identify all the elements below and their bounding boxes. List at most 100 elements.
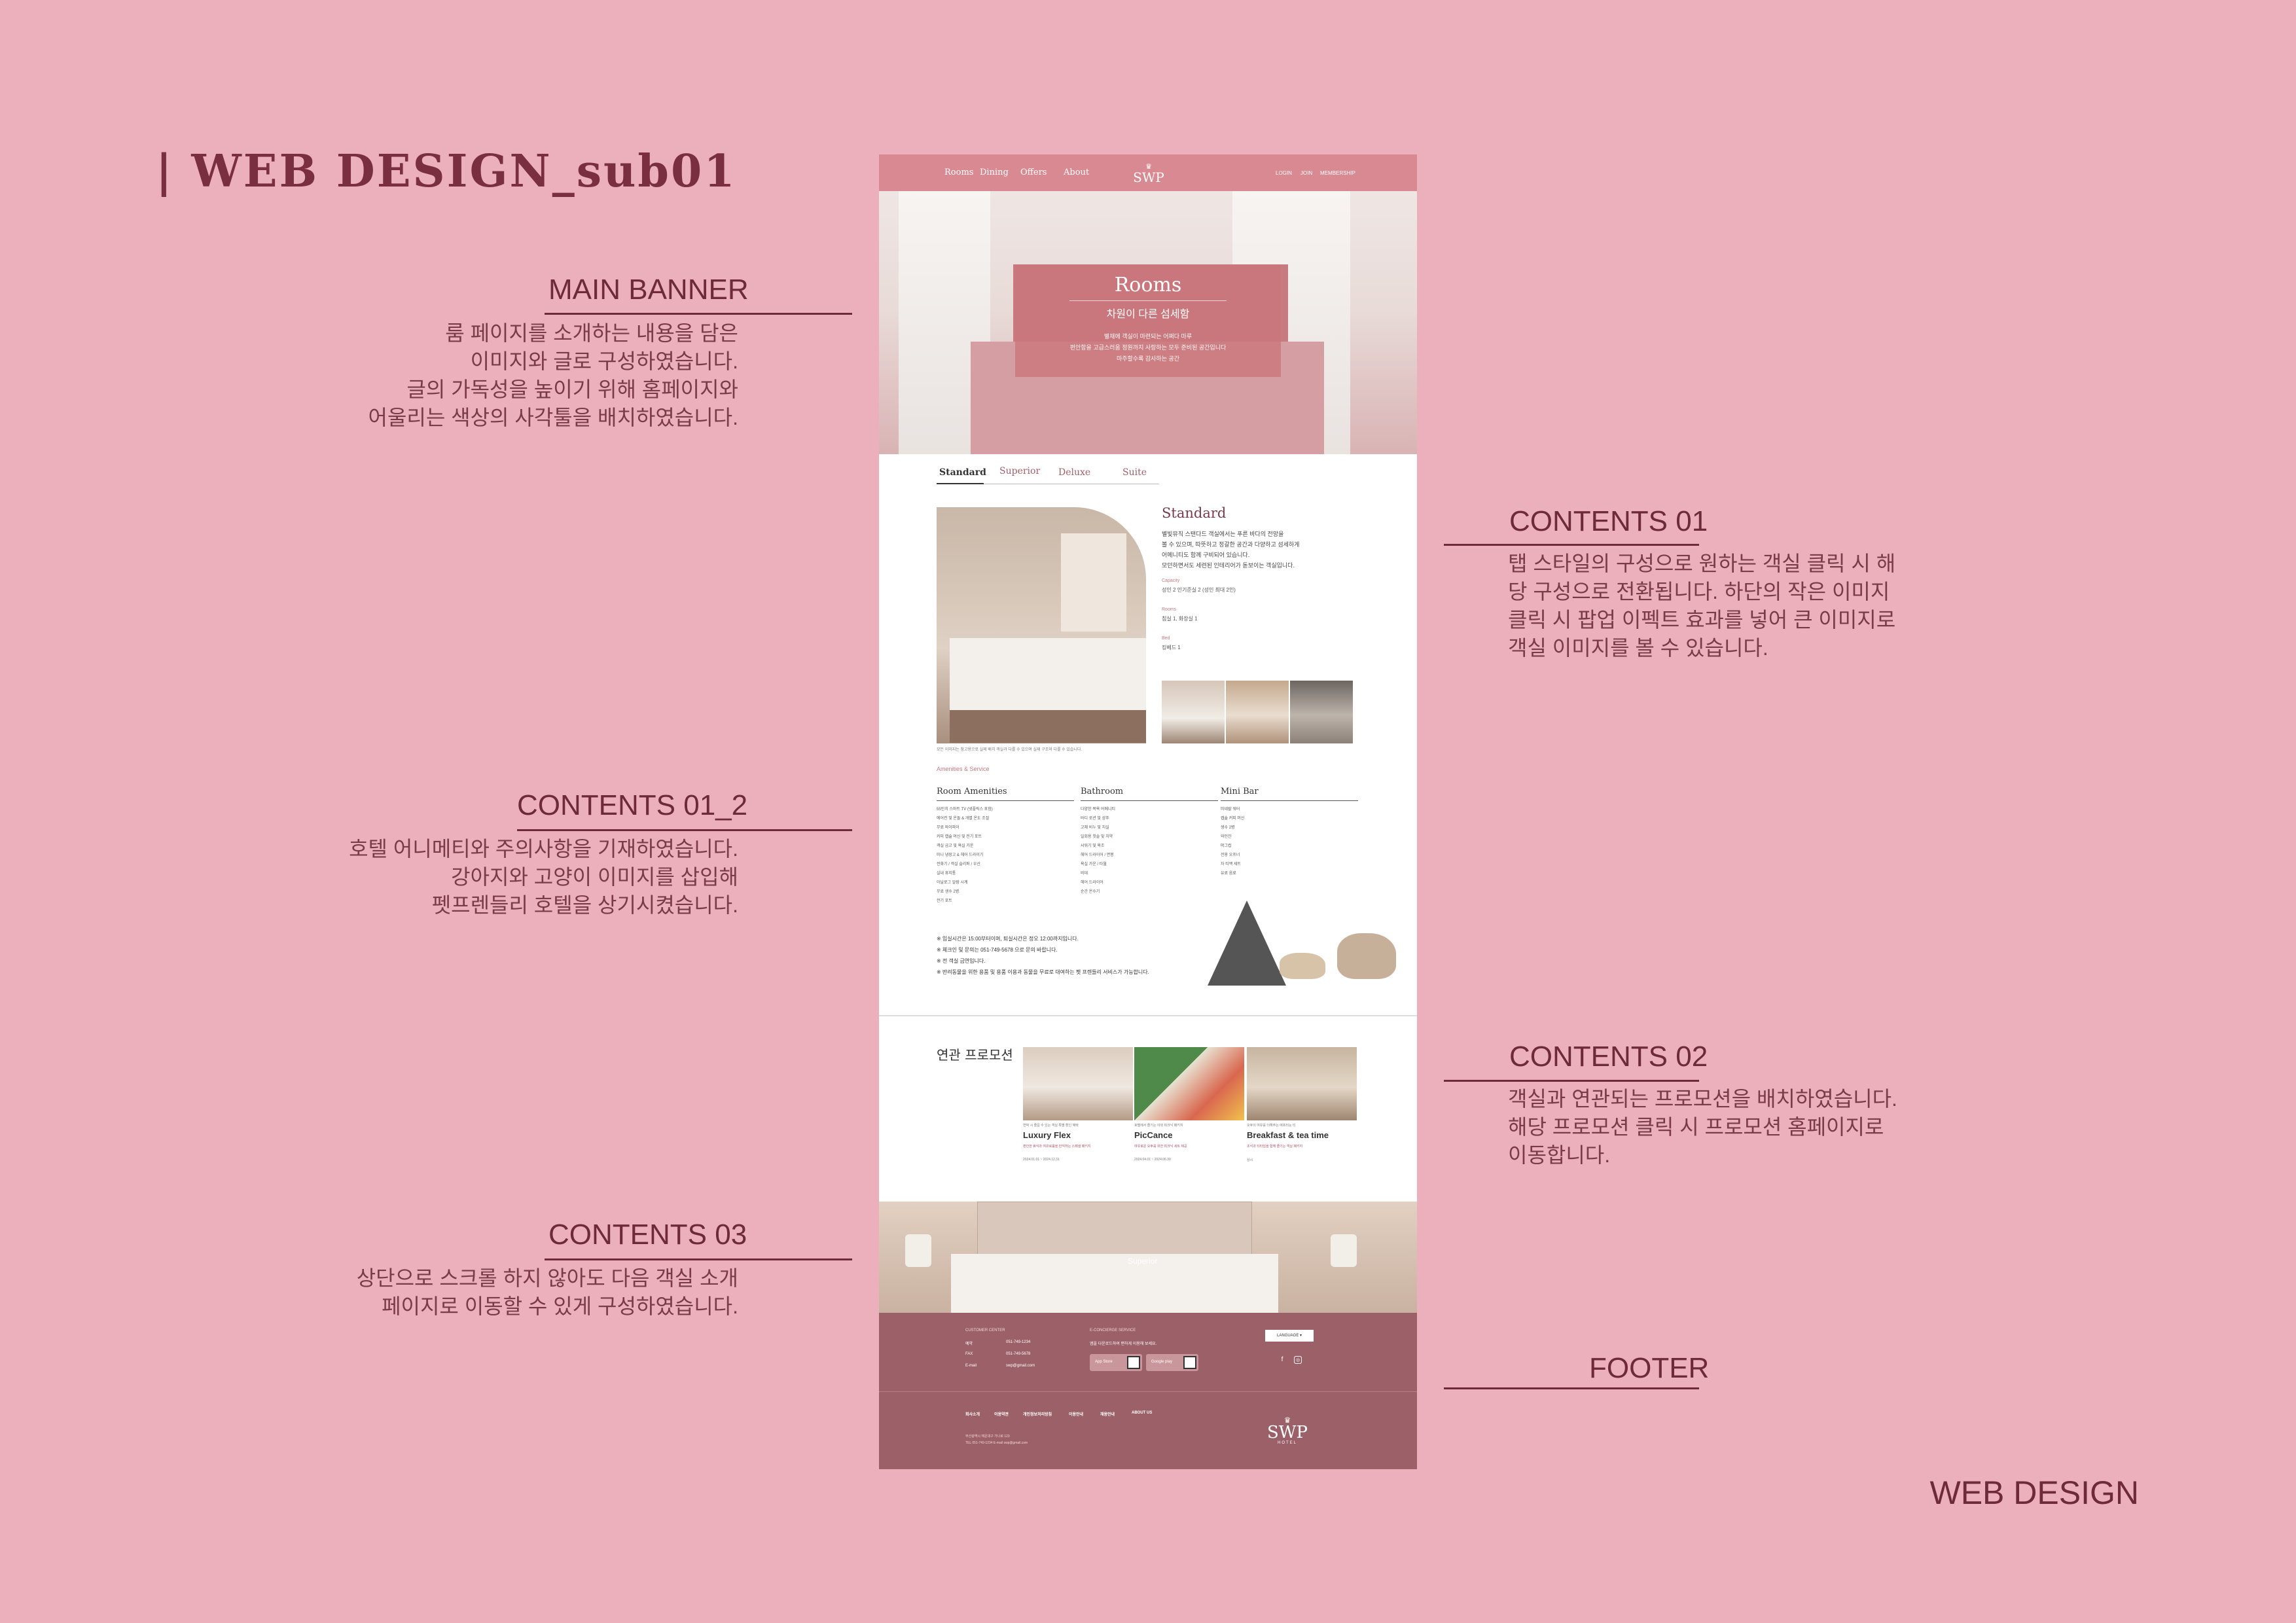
tab-deluxe[interactable]: Deluxe	[1058, 467, 1090, 478]
room-main-image[interactable]	[937, 507, 1146, 743]
site-logo[interactable]: ♛ SWP	[1129, 164, 1168, 185]
amenities-column-room: Room Amenities 55인치 스마트 TV (넷플릭스 포함) 에어컨…	[937, 787, 1074, 906]
page-title: | WEB DESIGN_sub01	[156, 145, 737, 198]
promo-card[interactable]: 오후의 여유를 더해주는 애프터눈 티 Breakfast & tea time…	[1247, 1047, 1357, 1162]
footer-link[interactable]: 회사소개	[965, 1411, 980, 1417]
footer-link[interactable]: 이용안내	[1069, 1411, 1083, 1417]
annotation-contents01-text: 탭 스타일의 구성으로 원하는 객실 클릭 시 해 당 구성으로 전환됩니다. …	[1508, 552, 1896, 660]
list-item: 전기 포트	[937, 899, 952, 903]
promo-card[interactable]: 연박 시 즐길 수 있는 객실 특별 할인 혜택 Luxury Flex 편안한…	[1023, 1047, 1133, 1162]
rooms-value: 침실 1, 화장실 1	[1162, 616, 1198, 622]
room-thumbnail[interactable]	[1162, 681, 1225, 743]
section-divider	[879, 1015, 1417, 1016]
list-item: 객실 금고 및 욕실 가운	[937, 844, 974, 848]
amenities-column-minibar: Mini Bar 미네랄 워터 캡슐 커피 머신 생수 2병 와인잔 머그컵 전…	[1221, 787, 1358, 878]
dog-image	[1280, 953, 1325, 979]
list-item: 유료 음료	[1221, 872, 1236, 876]
amenities-column-title: Room Amenities	[937, 787, 1074, 801]
banner-subtitle: 차원이 다른 섬세함	[1106, 309, 1190, 320]
next-room-headboard	[977, 1202, 1252, 1260]
room-description: 별빛뮤직 스탠다드 객실에서는 푸른 바다의 전망을 볼 수 있으며, 따뜻하고…	[1162, 531, 1300, 569]
nav-rooms[interactable]: Rooms	[944, 168, 973, 177]
annotation-contents03-title: CONTENTS 03	[548, 1219, 747, 1251]
promo-name: Luxury Flex	[1023, 1130, 1071, 1140]
fax-value: 051-749-5678	[1006, 1352, 1031, 1356]
concierge-heading: E-CONCIERGE SERVICE	[1090, 1329, 1136, 1332]
promo-image	[1247, 1047, 1357, 1120]
amenities-column-title: Bathroom	[1081, 787, 1218, 801]
active-tab-underline	[937, 483, 984, 484]
annotation-contents01-2-text: 호텔 어니메티와 주의사항을 기재하였습니다. 강아지와 고양이 이미지를 삽입…	[349, 837, 738, 917]
annotation-main-banner-line	[545, 313, 852, 315]
amenities-list: 다양한 목욕 어메니티 바디 로션 및 샴푸 고체 비누 및 치실 일회용 칫솔…	[1081, 805, 1218, 897]
list-item: 차 티백 세트	[1221, 863, 1241, 866]
next-room-lamp	[905, 1234, 931, 1267]
rooms-label: Rooms	[1162, 607, 1177, 612]
annotation-contents02-text: 객실과 연관되는 프로모션을 배치하였습니다. 해당 프로모션 클릭 시 프로모…	[1508, 1087, 1897, 1167]
annotation-contents01-2-title: CONTENTS 01_2	[517, 789, 748, 821]
list-item: 에어컨 및 온돌 & 개별 온도 조절	[937, 817, 990, 821]
annotation-main-banner-text: 룸 페이지를 소개하는 내용을 담은 이미지와 글로 구성하였습니다. 글의 가…	[368, 321, 738, 429]
nav-about[interactable]: About	[1064, 168, 1089, 177]
nav-dining[interactable]: Dining	[980, 168, 1009, 177]
list-item: 미네랄 워터	[1221, 808, 1240, 812]
web-design-tag: WEB DESIGN	[1929, 1474, 2139, 1511]
list-item: 샤워기 및 욕조	[1081, 844, 1105, 848]
mail-value: swp@gmail.com	[1006, 1364, 1035, 1368]
bed-label: Bed	[1162, 636, 1170, 641]
footer-logo[interactable]: ♛ SWP HOTEL	[1261, 1416, 1314, 1445]
next-room-banner[interactable]: Superior	[879, 1202, 1417, 1313]
app-store-button[interactable]: App Store	[1090, 1354, 1142, 1371]
annotation-contents01-title: CONTENTS 01	[1509, 505, 1708, 537]
list-item: 무료 생수 2병	[937, 890, 960, 894]
customer-center-heading: CUSTOMER CENTER	[965, 1329, 1005, 1332]
bed-value: 킹베드 1	[1162, 645, 1181, 651]
annotation-contents01-2-line	[517, 829, 852, 831]
nav-membership[interactable]: MEMBERSHIP	[1320, 170, 1355, 176]
google-play-button[interactable]: Google play	[1146, 1354, 1198, 1371]
list-item: 전용 오프너	[1221, 853, 1240, 857]
banner-divider	[1069, 300, 1227, 301]
annotation-footer-line	[1444, 1387, 1699, 1389]
tab-superior[interactable]: Superior	[999, 466, 1040, 476]
room-thumbnail[interactable]	[1290, 681, 1353, 743]
amenities-list: 미네랄 워터 캡슐 커피 머신 생수 2병 와인잔 머그컵 전용 오프너 차 티…	[1221, 805, 1358, 878]
list-item: 바디 로션 및 샴푸	[1081, 817, 1109, 821]
footer-address: 부산광역시 해운대구 가나로 123 TEL 051-749-1234 E-ma…	[965, 1435, 1028, 1445]
qr-code-icon	[1183, 1356, 1196, 1369]
tab-standard[interactable]: Standard	[939, 467, 986, 478]
footer-divider	[879, 1391, 1417, 1392]
footer-link[interactable]: 개인정보처리방침	[1023, 1411, 1052, 1417]
facebook-icon[interactable]: f	[1278, 1356, 1286, 1364]
annotation-contents01-line	[1444, 544, 1699, 546]
footer-link[interactable]: 이용약관	[994, 1411, 1009, 1417]
instagram-icon[interactable]: ◎	[1294, 1356, 1302, 1364]
tab-suite[interactable]: Suite	[1122, 467, 1147, 478]
list-item: 실내 휴지통	[937, 872, 956, 876]
footer-link[interactable]: 채용안내	[1100, 1411, 1115, 1417]
next-room-bed	[951, 1254, 1278, 1313]
nav-join[interactable]: JOIN	[1300, 170, 1312, 176]
promo-name: PicCance	[1134, 1130, 1173, 1140]
amenities-list: 55인치 스마트 TV (넷플릭스 포함) 에어컨 및 온돌 & 개별 온도 조…	[937, 805, 1074, 906]
list-item: 머그컵	[1221, 844, 1232, 848]
house-notes: ※ 입실시간은 15:00부터이며, 퇴실시간은 정오 12:00까지입니다. …	[937, 936, 1149, 975]
promo-card[interactable]: 호텔에서 즐기는 야외 피크닉 패키지 PicCance 여유로운 오후를 위한…	[1134, 1047, 1244, 1162]
main-banner: Rooms 차원이 다른 섬세함 별채에 객실이 마련되는 어쩌다 마루 편안함…	[879, 191, 1417, 454]
language-select[interactable]: LANGUAGE ▾	[1265, 1330, 1314, 1342]
list-item: 커피 캡슐 머신 및 전기 포트	[937, 835, 982, 839]
list-item: 55인치 스마트 TV (넷플릭스 포함)	[937, 808, 993, 812]
amenities-heading: Amenities & Service	[937, 766, 990, 772]
room-thumbnail[interactable]	[1226, 681, 1289, 743]
list-item: 와인잔	[1221, 835, 1232, 839]
room-bed-base	[950, 710, 1146, 743]
nav-offers[interactable]: Offers	[1020, 168, 1047, 177]
nav-login[interactable]: LOGIN	[1276, 170, 1292, 176]
cat-image	[1337, 933, 1396, 979]
footer-link[interactable]: ABOUT US	[1132, 1411, 1152, 1415]
banner-description: 별채에 객실이 마련되는 어쩌다 마루 편안함을 고급스러움 정원까지 사랑하는…	[1069, 333, 1227, 362]
banner-text-box: Rooms 차원이 다른 섬세함 별채에 객실이 마련되는 어쩌다 마루 편안함…	[1015, 264, 1281, 377]
list-item: 고체 비누 및 치실	[1081, 826, 1109, 830]
annotation-footer-title: FOOTER	[1589, 1352, 1710, 1384]
list-item: 미니 냉장고 & 헤어 드라이기	[937, 853, 984, 857]
